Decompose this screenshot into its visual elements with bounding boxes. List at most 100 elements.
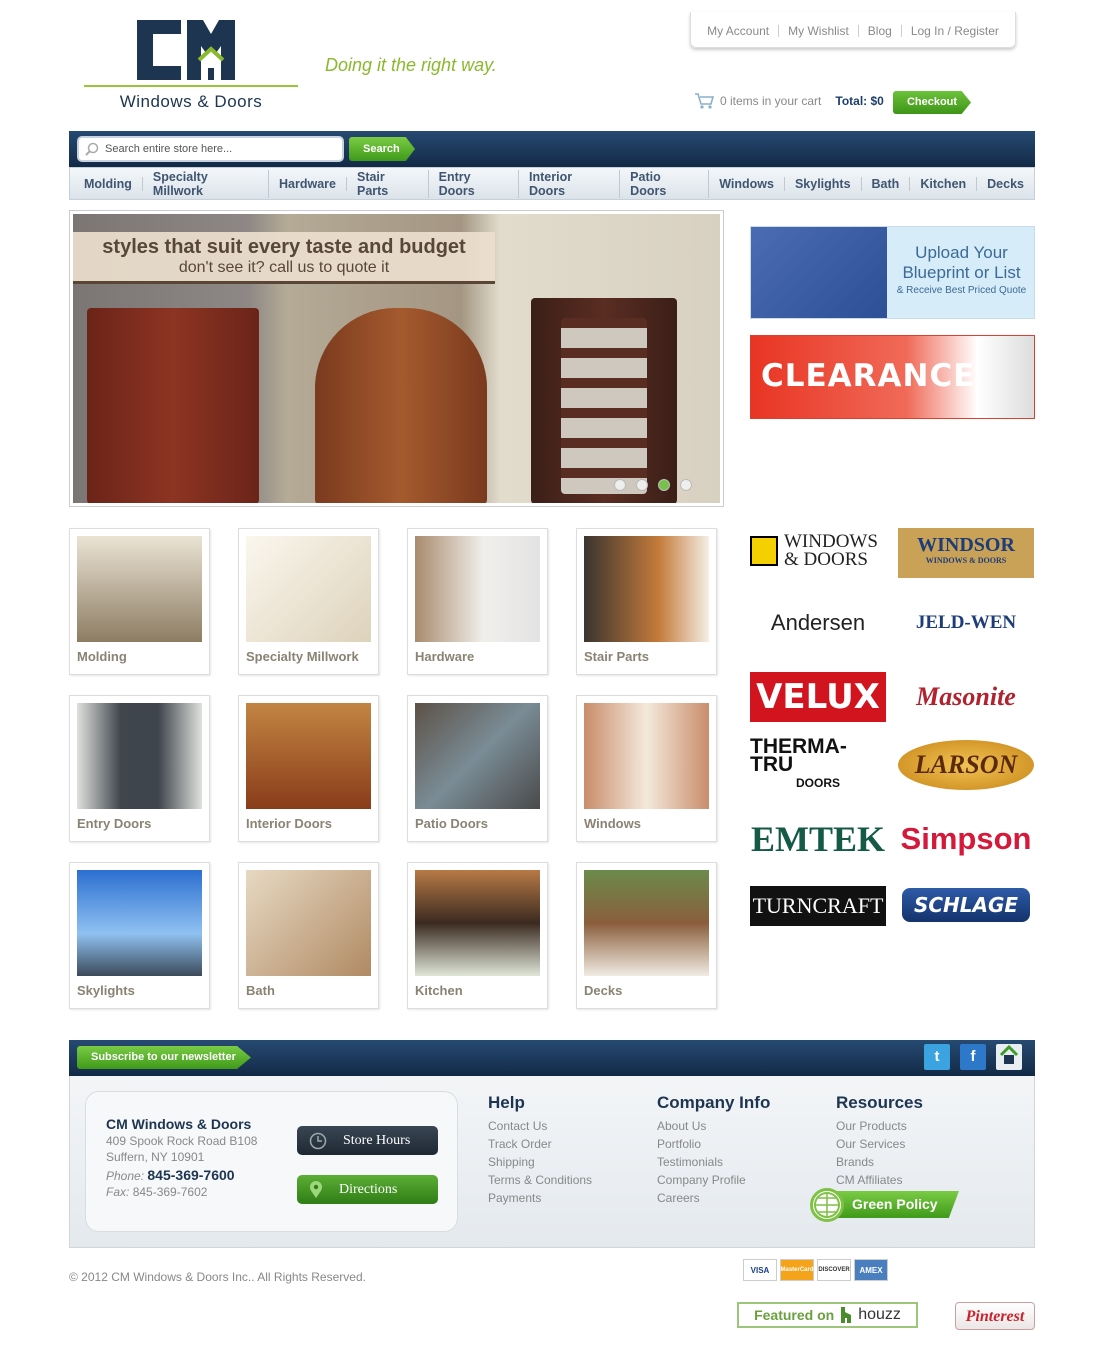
product-label: Specialty Millwork [246, 649, 359, 664]
nav-stair-parts[interactable]: Stair Parts [347, 169, 429, 198]
nav-bath[interactable]: Bath [862, 176, 911, 191]
brand-velux[interactable]: VELUX [750, 672, 886, 722]
my-account-link[interactable]: My Account [698, 24, 780, 37]
brand-simpson[interactable]: Simpson [898, 814, 1034, 864]
product-tile-entry-doors[interactable]: Entry Doors [69, 695, 210, 842]
footer-link-testimonials[interactable]: Testimonials [657, 1153, 770, 1171]
brand-emtek[interactable]: EMTEK [750, 814, 886, 864]
checkout-button[interactable]: Checkout [893, 91, 971, 114]
product-tile-bath[interactable]: Bath [238, 862, 379, 1009]
footer-link-our-products[interactable]: Our Products [836, 1117, 923, 1135]
company-name: CM Windows & Doors [106, 1116, 252, 1132]
nav-entry-doors[interactable]: Entry Doors [429, 169, 520, 198]
product-tile-skylights[interactable]: Skylights [69, 862, 210, 1009]
twitter-icon[interactable]: t [924, 1044, 950, 1070]
hero-slider[interactable]: styles that suit every taste and budget … [69, 210, 724, 507]
brand-schlage[interactable]: SCHLAGE [902, 888, 1030, 922]
brand-thermatru[interactable]: THERMA-TRU DOORS [750, 735, 886, 790]
footer-link-terms[interactable]: Terms & Conditions [488, 1171, 592, 1189]
product-tile-windows[interactable]: Windows [576, 695, 717, 842]
resources-heading: Resources [836, 1093, 923, 1112]
footer-link-contact-us[interactable]: Contact Us [488, 1117, 592, 1135]
product-tile-patio-doors[interactable]: Patio Doors [407, 695, 548, 842]
nav-hardware[interactable]: Hardware [269, 176, 347, 191]
product-tile-hardware[interactable]: Hardware [407, 528, 548, 675]
directions-label: Directions [339, 1181, 398, 1197]
brand-andersen[interactable]: Andersen [750, 598, 886, 648]
pinterest-button[interactable]: Pinterest [955, 1302, 1035, 1330]
store-hours-button[interactable]: Store Hours [297, 1126, 438, 1155]
nav-skylights[interactable]: Skylights [785, 176, 862, 191]
footer-link-cm-affiliates[interactable]: CM Affiliates [836, 1171, 923, 1189]
blueprint-title: Upload Your Blueprint or List [902, 243, 1021, 282]
nav-molding[interactable]: Molding [74, 176, 143, 191]
phone-label: Phone: [106, 1169, 145, 1183]
brand-turncraft[interactable]: TURNCRAFT [750, 886, 886, 926]
clearance-banner[interactable]: CLEARANCE [750, 335, 1035, 419]
slider-dot-4[interactable] [680, 479, 692, 491]
home-icon[interactable] [996, 1044, 1022, 1070]
nav-patio-doors[interactable]: Patio Doors [620, 169, 710, 198]
footer-link-careers[interactable]: Careers [657, 1189, 770, 1207]
product-tile-kitchen[interactable]: Kitchen [407, 862, 548, 1009]
millwork-image [246, 536, 371, 642]
product-tile-specialty-millwork[interactable]: Specialty Millwork [238, 528, 379, 675]
product-label: Windows [584, 816, 641, 831]
footer-link-payments[interactable]: Payments [488, 1189, 592, 1207]
footer-link-our-services[interactable]: Our Services [836, 1135, 923, 1153]
footer-link-track-order[interactable]: Track Order [488, 1135, 592, 1153]
search-button[interactable]: Search [349, 137, 415, 161]
cart-count: 0 items in your cart [720, 94, 822, 108]
search-placeholder: Search entire store here... [105, 143, 233, 155]
product-tile-molding[interactable]: Molding [69, 528, 210, 675]
nav-specialty-millwork[interactable]: Specialty Millwork [143, 169, 269, 198]
phone-number[interactable]: 845-369-7600 [147, 1167, 234, 1183]
product-tile-decks[interactable]: Decks [576, 862, 717, 1009]
footer-link-about-us[interactable]: About Us [657, 1117, 770, 1135]
nav-decks[interactable]: Decks [977, 177, 1034, 191]
slider-dot-2[interactable] [636, 479, 648, 491]
footer-link-shipping[interactable]: Shipping [488, 1153, 592, 1171]
slider-subline: don't see it? call us to quote it [178, 259, 390, 276]
nav-interior-doors[interactable]: Interior Doors [519, 169, 621, 198]
skylights-image [77, 870, 202, 976]
search-input[interactable]: Search entire store here... [77, 136, 344, 162]
houzz-badge[interactable]: Featured on houzz [737, 1302, 918, 1328]
logo-divider [84, 85, 298, 87]
green-policy-button[interactable]: Green Policy [810, 1188, 959, 1222]
therma-text: THERMA-TRU [750, 735, 847, 776]
product-tile-interior-doors[interactable]: Interior Doors [238, 695, 379, 842]
directions-button[interactable]: Directions [297, 1175, 438, 1204]
footer-link-brands[interactable]: Brands [836, 1153, 923, 1171]
payment-cards: VISA MasterCard DISCOVER AMEX [743, 1259, 888, 1281]
top-links: My Account My Wishlist Blog Log In / Reg… [690, 12, 1016, 48]
blog-link[interactable]: Blog [859, 24, 902, 37]
brand-larson[interactable]: LARSON [898, 740, 1034, 790]
facebook-icon[interactable]: f [960, 1044, 986, 1070]
blueprint-upload-banner[interactable]: Upload Your Blueprint or List & Receive … [750, 226, 1035, 319]
brand-windsor[interactable]: WINDSOR WINDOWS & DOORS [898, 528, 1034, 578]
brand-pella[interactable]: WINDOWS & DOORS [750, 526, 886, 576]
site-logo[interactable]: Windows & Doors [84, 16, 298, 112]
address-line-2: Suffern, NY 10901 [106, 1150, 205, 1164]
mastercard-icon: MasterCard [780, 1259, 814, 1281]
brand-jeldwen[interactable]: JELD-WEN [898, 598, 1034, 648]
footer-link-company-profile[interactable]: Company Profile [657, 1171, 770, 1189]
pella-mark [750, 536, 778, 566]
product-tile-stair-parts[interactable]: Stair Parts [576, 528, 717, 675]
newsletter-subscribe-button[interactable]: Subscribe to our newsletter [77, 1046, 251, 1069]
product-label: Kitchen [415, 983, 463, 998]
slider-dot-3[interactable] [658, 479, 670, 491]
mini-cart[interactable]: 0 items in your cart Total: $0 [694, 92, 884, 110]
cm-logo-mark [137, 20, 235, 80]
slider-dot-1[interactable] [614, 479, 626, 491]
login-register-link[interactable]: Log In / Register [902, 25, 1008, 37]
nav-windows[interactable]: Windows [709, 176, 785, 191]
nav-kitchen[interactable]: Kitchen [910, 176, 978, 191]
houzz-prefix: Featured on [754, 1307, 835, 1323]
brand-masonite[interactable]: Masonite [898, 672, 1034, 722]
company-info-heading: Company Info [657, 1093, 771, 1112]
product-label: Molding [77, 649, 127, 664]
my-wishlist-link[interactable]: My Wishlist [779, 24, 859, 37]
footer-link-portfolio[interactable]: Portfolio [657, 1135, 770, 1153]
